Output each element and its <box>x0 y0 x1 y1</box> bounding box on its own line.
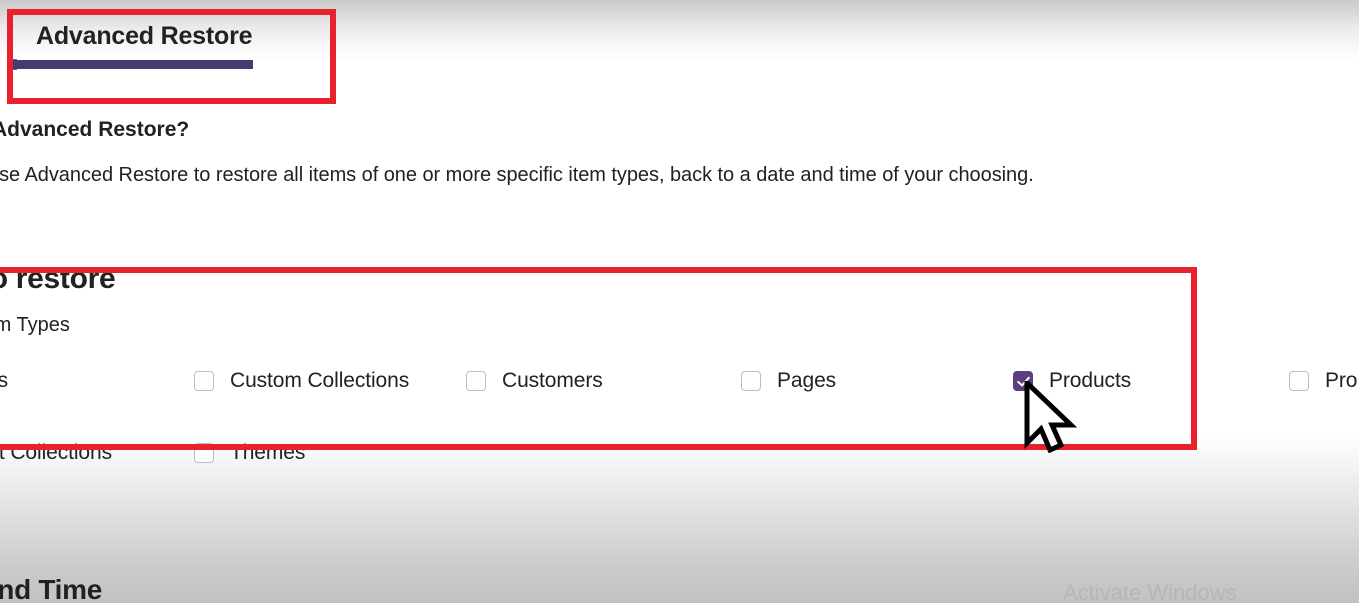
item-types-label: tem Types <box>0 314 70 336</box>
datetime-section-heading: and Time <box>0 574 103 605</box>
intro-paragraph: use Advanced Restore to restore all item… <box>0 164 1034 186</box>
annotation-box-item-types <box>0 267 1197 450</box>
checkbox-label: Themes <box>230 441 306 464</box>
checkbox-unchecked-icon[interactable] <box>194 371 214 391</box>
accent-rule <box>13 60 253 69</box>
checkbox-item-custom-collections[interactable]: Custom Collections <box>194 366 409 396</box>
checkbox-unchecked-icon[interactable] <box>1289 371 1309 391</box>
checkbox-label: rt Collections <box>0 441 112 464</box>
checkbox-label: gs <box>0 369 8 392</box>
checkbox-unchecked-icon[interactable] <box>741 371 761 391</box>
checkbox-label: Pages <box>777 369 837 392</box>
checkbox-item-gs[interactable]: gs <box>0 366 8 396</box>
page-background: Advanced Restore Advanced Restore? use A… <box>0 0 1359 605</box>
item-type-checkbox-row: gsCustom CollectionsCustomersPagesProduc… <box>0 366 1359 402</box>
checkbox-label: Customers <box>502 369 603 392</box>
intro-question-heading: Advanced Restore? <box>0 118 190 141</box>
checkbox-unchecked-icon[interactable] <box>466 371 486 391</box>
checkbox-unchecked-icon[interactable] <box>194 443 214 463</box>
checkbox-item-pro[interactable]: Pro <box>1289 366 1357 396</box>
windows-activation-watermark: Activate Windows <box>1063 580 1237 605</box>
checkbox-label: Custom Collections <box>230 369 410 392</box>
arrow-pointer-cursor <box>1024 381 1078 453</box>
checkbox-item-themes[interactable]: Themes <box>194 438 305 468</box>
checkbox-item-pages[interactable]: Pages <box>741 366 836 396</box>
checkbox-item-customers[interactable]: Customers <box>466 366 603 396</box>
header-block: Advanced Restore <box>0 10 340 102</box>
page-title: Advanced Restore <box>36 22 253 50</box>
checkbox-item-rt-collections[interactable]: rt Collections <box>0 438 112 468</box>
item-type-checkbox-row: rt Collections Themes <box>0 438 1359 474</box>
restore-section-heading: to restore <box>0 262 116 295</box>
checkbox-label: Pro <box>1325 369 1358 392</box>
